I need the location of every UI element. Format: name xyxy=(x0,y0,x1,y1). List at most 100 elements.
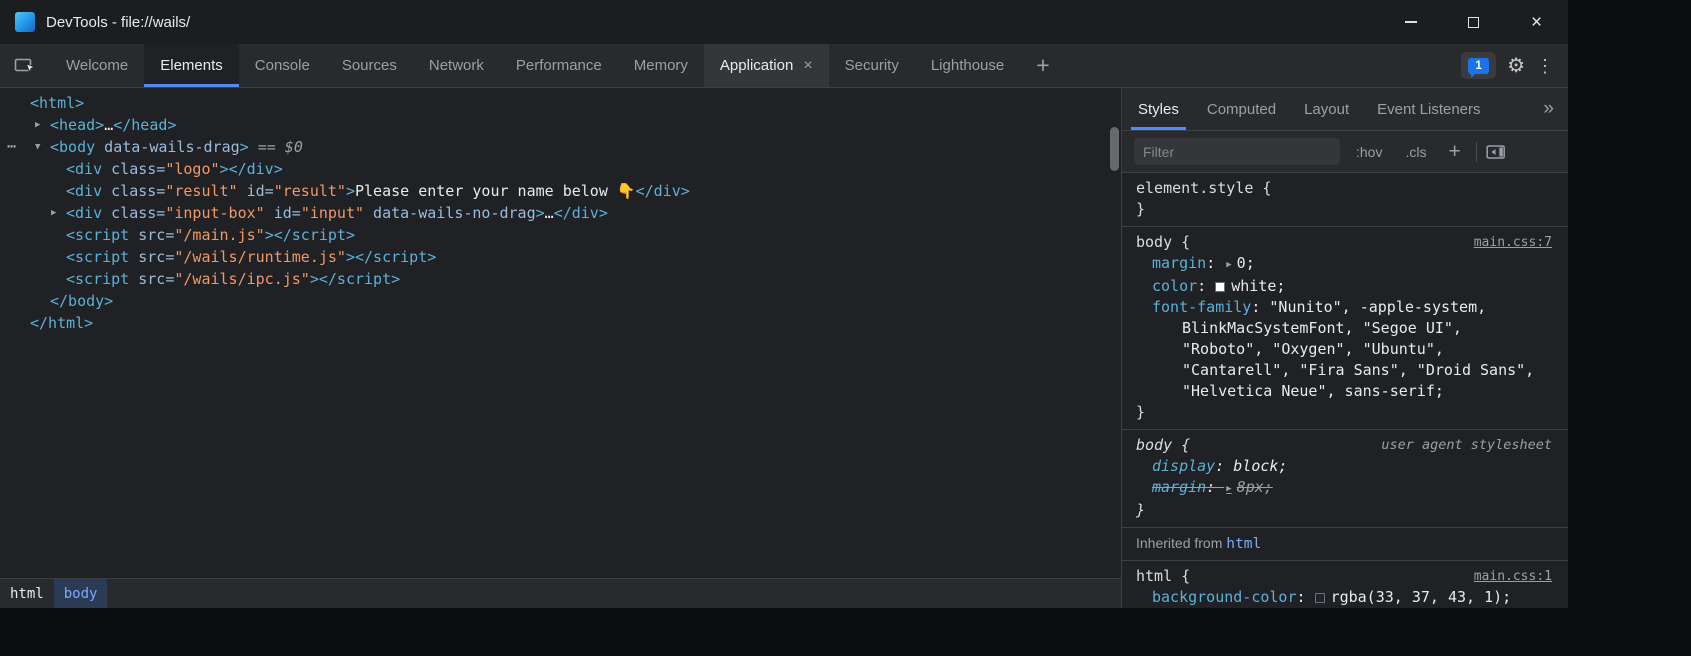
titlebar: DevTools - file://wails/ × xyxy=(0,0,1568,44)
rule-selector[interactable]: element.style xyxy=(1136,178,1253,199)
property-value: block; xyxy=(1233,457,1287,475)
settings-gear-icon[interactable]: ⚙ xyxy=(1507,56,1525,76)
console-messages-badge[interactable]: 1 xyxy=(1461,52,1496,79)
tab-performance[interactable]: Performance xyxy=(500,44,618,87)
elements-scrollbar-thumb[interactable] xyxy=(1110,127,1119,171)
sidebar-tabs: StylesComputedLayoutEvent Listeners » xyxy=(1122,88,1568,131)
overflow-tabs-icon[interactable]: » xyxy=(1529,88,1568,130)
minimize-button[interactable] xyxy=(1379,0,1442,44)
more-menu-icon[interactable]: ⋮ xyxy=(1536,57,1554,75)
maximize-icon xyxy=(1468,17,1479,28)
stylesheet-origin-label: user agent stylesheet xyxy=(1381,435,1552,456)
main-area: <html>▶<head>…</head>⋯▼<body data-wails-… xyxy=(0,88,1568,608)
css-property[interactable]: margin: ▶0; xyxy=(1122,253,1552,276)
style-rule: element.style {} xyxy=(1122,173,1568,226)
style-rule: body {user agent stylesheetdisplay: bloc… xyxy=(1122,429,1568,527)
pseudo-state-toggle[interactable]: :hov xyxy=(1349,141,1389,163)
sidebar-tab-layout[interactable]: Layout xyxy=(1290,88,1363,130)
tab-network[interactable]: Network xyxy=(413,44,500,87)
add-tab-icon[interactable]: + xyxy=(1024,44,1061,87)
rule-close-brace: } xyxy=(1122,199,1552,220)
property-name: color xyxy=(1152,277,1197,295)
dom-node-row[interactable]: ⋯▼<body data-wails-drag> == $0 xyxy=(0,136,1121,158)
close-icon: × xyxy=(1531,13,1542,32)
tab-elements[interactable]: Elements xyxy=(144,44,239,87)
dom-node-row[interactable]: ▶<head>…</head> xyxy=(0,114,1121,136)
breadcrumb-item-html[interactable]: html xyxy=(0,579,54,608)
inspect-icon xyxy=(14,56,37,76)
tab-label: Memory xyxy=(634,57,688,74)
rule-selector[interactable]: body xyxy=(1136,232,1172,253)
color-swatch[interactable] xyxy=(1315,593,1325,603)
class-toggle[interactable]: .cls xyxy=(1398,141,1433,163)
inherited-from-label: Inherited from xyxy=(1136,535,1226,551)
css-property-continuation: BlinkMacSystemFont, "Segoe UI", xyxy=(1122,318,1552,339)
sidebar-tab-styles[interactable]: Styles xyxy=(1124,88,1193,130)
css-property[interactable]: background-color: rgba(33, 37, 43, 1); xyxy=(1122,587,1552,608)
stylesheet-link[interactable]: main.css:1 xyxy=(1474,566,1552,587)
dom-node-row[interactable]: <div class="result" id="result">Please e… xyxy=(0,180,1121,202)
property-name: margin xyxy=(1152,254,1206,272)
expand-shorthand-icon[interactable]: ▶ xyxy=(1226,484,1231,494)
color-swatch[interactable] xyxy=(1215,282,1225,292)
filter-input[interactable] xyxy=(1134,138,1340,165)
property-name: font-family xyxy=(1152,298,1251,316)
sidebar-tab-computed[interactable]: Computed xyxy=(1193,88,1290,130)
window-controls: × xyxy=(1379,0,1568,44)
collapse-arrow-icon[interactable]: ▼ xyxy=(35,136,40,158)
tab-welcome[interactable]: Welcome xyxy=(50,44,144,87)
message-bubble-icon: 1 xyxy=(1468,58,1489,74)
computed-sidebar-toggle-icon[interactable] xyxy=(1486,144,1506,160)
dom-node-row[interactable]: <html> xyxy=(0,92,1121,114)
property-value: rgba(33, 37, 43, 1); xyxy=(1331,588,1512,606)
css-property[interactable]: margin: ▶8px; xyxy=(1122,477,1552,500)
close-tab-icon[interactable]: × xyxy=(803,58,812,74)
tab-label: Welcome xyxy=(66,57,128,74)
maximize-button[interactable] xyxy=(1442,0,1505,44)
dom-node-row[interactable]: <script src="/main.js"></script> xyxy=(0,224,1121,246)
toolbar-right: 1 ⚙ ⋮ xyxy=(1461,44,1568,87)
close-button[interactable]: × xyxy=(1505,0,1568,44)
dom-node-row[interactable]: <div class="logo"></div> xyxy=(0,158,1121,180)
dom-tree: <html>▶<head>…</head>⋯▼<body data-wails-… xyxy=(0,88,1121,578)
property-value: white; xyxy=(1231,277,1285,295)
tab-label: Performance xyxy=(516,57,602,74)
expand-arrow-icon[interactable]: ▶ xyxy=(51,202,56,224)
rule-selector[interactable]: html xyxy=(1136,566,1172,587)
inherited-from-header: Inherited from html xyxy=(1122,527,1568,560)
new-style-rule-icon[interactable]: + xyxy=(1442,141,1466,162)
expand-shorthand-icon[interactable]: ▶ xyxy=(1226,260,1231,270)
tab-sources[interactable]: Sources xyxy=(326,44,413,87)
css-property[interactable]: font-family: "Nunito", -apple-system, xyxy=(1122,297,1552,318)
rule-close-brace: } xyxy=(1122,402,1552,423)
inspect-element-button[interactable] xyxy=(0,44,50,87)
tab-console[interactable]: Console xyxy=(239,44,326,87)
tab-security[interactable]: Security xyxy=(829,44,915,87)
dom-node-row[interactable]: <script src="/wails/runtime.js"></script… xyxy=(0,246,1121,268)
property-value: 8px; xyxy=(1237,478,1273,496)
tab-label: Network xyxy=(429,57,484,74)
sidebar-tab-event-listeners[interactable]: Event Listeners xyxy=(1363,88,1494,130)
stylesheet-link[interactable]: main.css:7 xyxy=(1474,232,1552,253)
main-toolbar: Welcome ElementsConsoleSources Network Perf… xyxy=(0,44,1568,88)
dom-node-row[interactable]: </body> xyxy=(0,290,1121,312)
rule-selector[interactable]: body xyxy=(1136,435,1172,456)
css-property[interactable]: color: white; xyxy=(1122,276,1552,297)
breadcrumb-item-body[interactable]: body xyxy=(54,579,108,608)
devtools-tabs: Welcome ElementsConsoleSources Network Perf… xyxy=(50,44,1020,87)
tab-memory[interactable]: Memory xyxy=(618,44,704,87)
property-name: display xyxy=(1152,457,1215,475)
toolbar-divider xyxy=(1476,142,1477,162)
dom-node-row[interactable]: ▶<div class="input-box" id="input" data-… xyxy=(0,202,1121,224)
node-menu-dots-icon[interactable]: ⋯ xyxy=(7,136,17,156)
dom-node-row[interactable]: </html> xyxy=(0,312,1121,334)
tab-application[interactable]: Application× xyxy=(704,44,829,87)
inherited-node-link[interactable]: html xyxy=(1226,536,1261,552)
css-property[interactable]: display: block; xyxy=(1122,456,1552,477)
expand-arrow-icon[interactable]: ▶ xyxy=(35,114,40,136)
elements-panel: <html>▶<head>…</head>⋯▼<body data-wails-… xyxy=(0,88,1122,608)
dom-node-row[interactable]: <script src="/wails/ipc.js"></script> xyxy=(0,268,1121,290)
tab-label: Lighthouse xyxy=(931,57,1004,74)
property-name: background-color xyxy=(1152,588,1297,606)
tab-lighthouse[interactable]: Lighthouse xyxy=(915,44,1020,87)
